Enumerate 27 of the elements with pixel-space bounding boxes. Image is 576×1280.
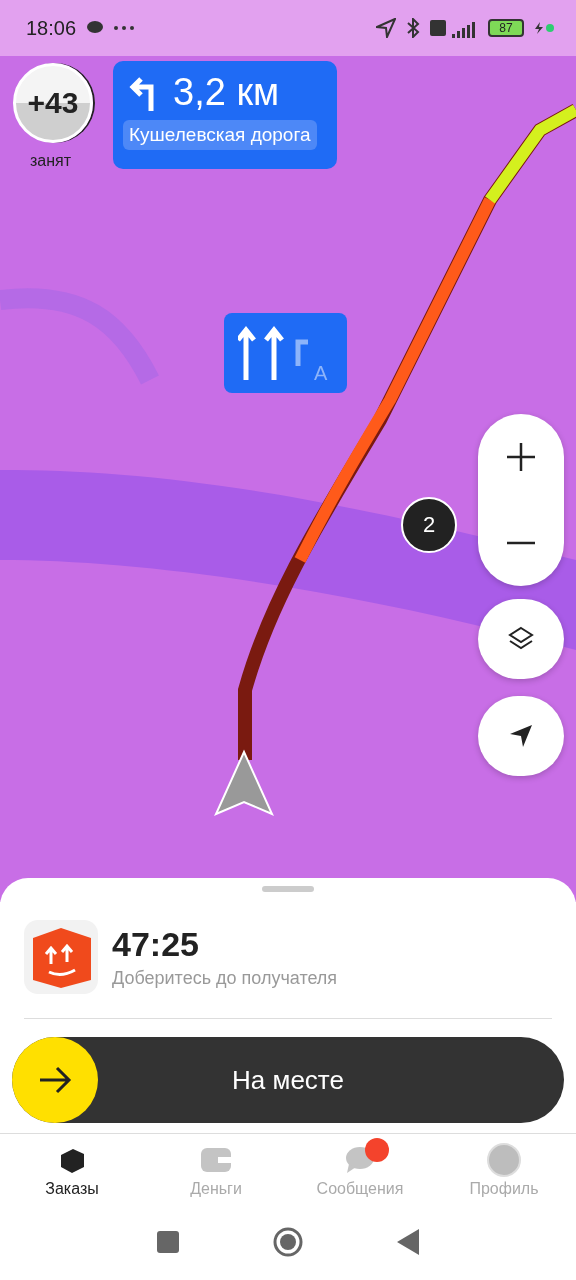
tab-item[interactable]: Заказы — [0, 1134, 144, 1210]
distance-text: 3,2 км — [173, 71, 280, 114]
location-arrow-icon — [376, 18, 396, 38]
bluetooth-icon — [406, 18, 420, 38]
signal-icon — [430, 18, 478, 38]
more-icon — [114, 26, 135, 30]
lane-arrows-icon — [238, 326, 308, 380]
street-name: Кушелевская дорога — [123, 120, 317, 150]
back-icon[interactable] — [397, 1229, 419, 1255]
avatar-icon — [487, 1143, 521, 1177]
battery-indicator: 87 — [488, 19, 524, 37]
arrived-slider[interactable]: На месте — [12, 1037, 564, 1123]
task-subtitle: Доберитесь до получателя — [112, 968, 338, 989]
charging-icon — [534, 22, 554, 34]
sheet-handle[interactable] — [262, 886, 314, 892]
clock-time: 18:06 — [26, 16, 77, 40]
navigation-arrow-icon — [509, 724, 533, 748]
lane-letter: A — [314, 362, 328, 385]
chat-icon — [86, 20, 105, 36]
timer-text: 47:25 — [112, 925, 200, 964]
wallet-icon — [200, 1147, 232, 1173]
minus-icon — [506, 541, 536, 545]
home-icon[interactable] — [273, 1227, 303, 1257]
plus-icon — [506, 442, 536, 472]
layers-icon — [508, 626, 534, 652]
status-caption: занят — [30, 152, 72, 170]
arrow-right-icon — [38, 1066, 72, 1094]
